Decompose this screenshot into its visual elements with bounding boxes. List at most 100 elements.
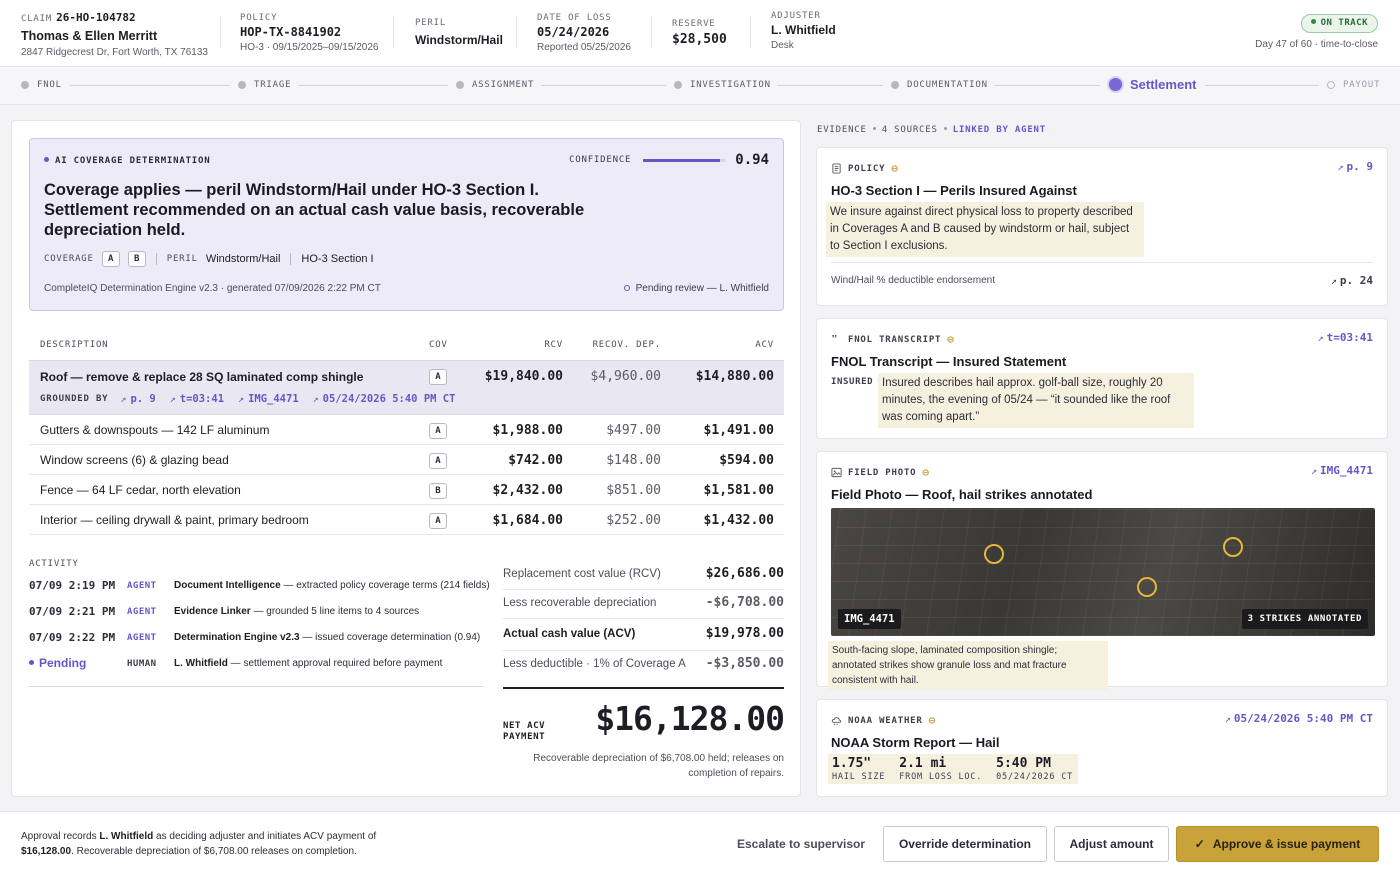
coverage-chip-a: A <box>101 251 120 267</box>
row-coverage: B <box>429 483 447 499</box>
row-acv: $14,880.00 <box>695 369 774 384</box>
row-rcv: $1,988.00 <box>492 423 563 438</box>
row-rcv: $742.00 <box>508 453 563 468</box>
line-items-table: DESCRIPTION COV RCV RECOV. DEP. ACV Roof… <box>29 333 784 535</box>
fnol-time-link[interactable]: t=03:41 <box>1318 331 1373 344</box>
photo-tag: IMG_4471 <box>838 609 901 629</box>
row-coverage: A <box>429 453 447 469</box>
policy-number[interactable]: HOP-TX-8841902 <box>240 25 378 39</box>
adjuster-name[interactable]: L. Whitfield <box>771 23 836 37</box>
link-icon: ⊖ <box>922 466 930 479</box>
roof-photo[interactable]: IMG_4471 3 STRIKES ANNOTATED <box>831 508 1375 636</box>
policy-quote: We insure against direct physical loss t… <box>826 202 1144 257</box>
table-row[interactable]: Fence — 64 LF cedar, north elevation B $… <box>29 475 784 505</box>
table-row[interactable]: Window screens (6) & glazing bead A $742… <box>29 445 784 475</box>
row-dep: $851.00 <box>606 483 661 498</box>
ai-determination-label: AI COVERAGE DETERMINATION <box>44 156 210 166</box>
row-acv: $1,581.00 <box>703 483 774 498</box>
row-coverage: A <box>429 513 447 529</box>
step-payout[interactable]: PAYOUT <box>1327 80 1380 90</box>
claim-number[interactable]: 26-HO-104782 <box>56 11 135 24</box>
reserve-info: RESERVE $28,500 <box>672 19 727 47</box>
insured-name: Thomas & Ellen Merritt <box>21 29 158 43</box>
ref-noaa[interactable]: 05/24/2026 5:40 PM CT <box>313 393 456 405</box>
confidence-bar <box>643 158 726 162</box>
noaa-stats: 1.75" HAIL SIZE 2.1 mi FROM LOSS LOC. 5:40… <box>828 754 1079 784</box>
settlement-panel: AI COVERAGE DETERMINATION CONFIDENCE 0.9… <box>11 120 801 797</box>
net-payment-label: NET ACV PAYMENT <box>503 721 546 742</box>
row-description: Fence — 64 LF cedar, north elevation <box>40 483 241 497</box>
step-triage[interactable]: TRIAGE <box>238 80 291 90</box>
adjuster-label: ADJUSTER <box>771 11 821 21</box>
ai-determination-card: AI COVERAGE DETERMINATION CONFIDENCE 0.9… <box>29 138 784 311</box>
ref-photo[interactable]: IMG_4471 <box>238 393 299 405</box>
grounded-label: GROUNDED BY <box>40 394 109 404</box>
photo-link[interactable]: IMG_4471 <box>1311 464 1373 477</box>
row-acv: $1,432.00 <box>703 513 774 528</box>
approve-button[interactable]: ✓ Approve & issue payment <box>1176 826 1379 862</box>
evidence-fnol-card[interactable]: ❞ FNOL TRANSCRIPT⊖ t=03:41 FNOL Transcri… <box>816 318 1388 439</box>
link-icon: ⊖ <box>928 714 937 727</box>
loss-date: 05/24/2026 <box>537 25 610 39</box>
step-fnol[interactable]: FNOL <box>21 80 62 90</box>
step-documentation[interactable]: DOCUMENTATION <box>891 80 988 90</box>
claim-info: CLAIM 26-HO-104782 Thomas & Ellen Merritt… <box>21 10 208 58</box>
status-badge: ON TRACK <box>1300 14 1378 33</box>
confidence-label: CONFIDENCE <box>569 155 632 165</box>
fnol-speaker: INSURED <box>831 377 874 387</box>
ref-policy-page[interactable]: p. 9 <box>120 393 155 405</box>
policy-footnote-link[interactable]: p. 24 <box>1331 274 1373 287</box>
peril-info: PERIL Windstorm/Hail <box>415 18 503 47</box>
fnol-quote: Insured describes hail approx. golf-ball… <box>878 373 1194 428</box>
table-row[interactable]: Roof — remove & replace 28 SQ laminated … <box>29 361 784 415</box>
step-settlement[interactable]: Settlement <box>1109 77 1196 92</box>
engine-note: CompleteIQ Determination Engine v2.3 · g… <box>44 283 381 294</box>
status-text: ON TRACK <box>1320 18 1368 28</box>
net-payment-note: Recoverable depreciation of $6,708.00 he… <box>533 753 784 779</box>
activity-item: 07/09 2:19 PM AGENT Document Intelligence… <box>29 579 490 592</box>
step-investigation[interactable]: INVESTIGATION <box>674 80 771 90</box>
reported-date: Reported 05/25/2026 <box>537 42 631 53</box>
hail-strike-marker <box>984 544 1004 564</box>
evidence-header: EVIDENCE 4 SOURCES LINKED BY AGENT <box>817 125 1046 135</box>
loss-date-info: DATE OF LOSS 05/24/2026 Reported 05/25/2… <box>537 13 631 53</box>
table-row[interactable]: Interior — ceiling drywall & paint, prim… <box>29 505 784 535</box>
image-icon <box>831 467 842 478</box>
determination-headline: Coverage applies — peril Windstorm/Hail … <box>44 181 585 239</box>
noaa-link[interactable]: 05/24/2026 5:40 PM CT <box>1225 712 1373 725</box>
row-rcv: $19,840.00 <box>484 369 563 384</box>
row-description: Roof — remove & replace 28 SQ laminated … <box>40 370 364 384</box>
quote-icon: ❞ <box>831 333 839 346</box>
row-rcv: $1,684.00 <box>492 513 563 528</box>
ref-fnol-time[interactable]: t=03:41 <box>170 393 224 405</box>
pending-review: Pending review — L. Whitfield <box>623 283 769 294</box>
policy-section: HO-3 Section I <box>301 253 374 265</box>
document-icon <box>832 163 841 174</box>
step-assignment[interactable]: ASSIGNMENT <box>456 80 534 90</box>
escalate-button[interactable]: Escalate to supervisor <box>722 826 880 862</box>
link-icon: ⊖ <box>891 162 899 175</box>
adjuster-type: Desk <box>771 40 794 51</box>
strikes-tag: 3 STRIKES ANNOTATED <box>1241 609 1368 629</box>
override-button[interactable]: Override determination <box>883 826 1047 862</box>
peril-value-inline: Windstorm/Hail <box>205 253 281 265</box>
col-description: DESCRIPTION <box>40 340 109 350</box>
evidence-photo-card[interactable]: FIELD PHOTO⊖ IMG_4471 Field Photo — Roof… <box>816 451 1388 690</box>
row-dep: $497.00 <box>606 423 661 438</box>
workflow-stepper: FNOL TRIAGE ASSIGNMENT INVESTIGATION DOC… <box>0 67 1400 105</box>
row-acv: $594.00 <box>719 453 774 468</box>
adjust-amount-button[interactable]: Adjust amount <box>1054 826 1169 862</box>
col-acv: ACV <box>755 340 774 350</box>
row-description: Gutters & downspouts — 142 LF aluminum <box>40 423 270 437</box>
evidence-noaa-card[interactable]: NOAA WEATHER⊖ 05/24/2026 5:40 PM CT NOAA… <box>816 699 1388 797</box>
row-dep: $4,960.00 <box>590 369 661 384</box>
table-row[interactable]: Gutters & downspouts — 142 LF aluminum A… <box>29 415 784 445</box>
grounded-by: GROUNDED BY p. 9 t=03:41 IMG_4471 05/24/… <box>40 393 469 405</box>
policy-footnote: Wind/Hail % deductible endorsement <box>831 275 995 286</box>
evidence-policy-card[interactable]: POLICY⊖ p. 9 HO-3 Section I — Perils Ins… <box>816 147 1388 306</box>
cloud-icon <box>831 717 842 726</box>
row-description: Window screens (6) & glazing bead <box>40 453 229 467</box>
policy-page-link[interactable]: p. 9 <box>1337 160 1374 173</box>
claim-label: CLAIM <box>21 14 53 24</box>
activity-title: ACTIVITY <box>29 559 79 569</box>
